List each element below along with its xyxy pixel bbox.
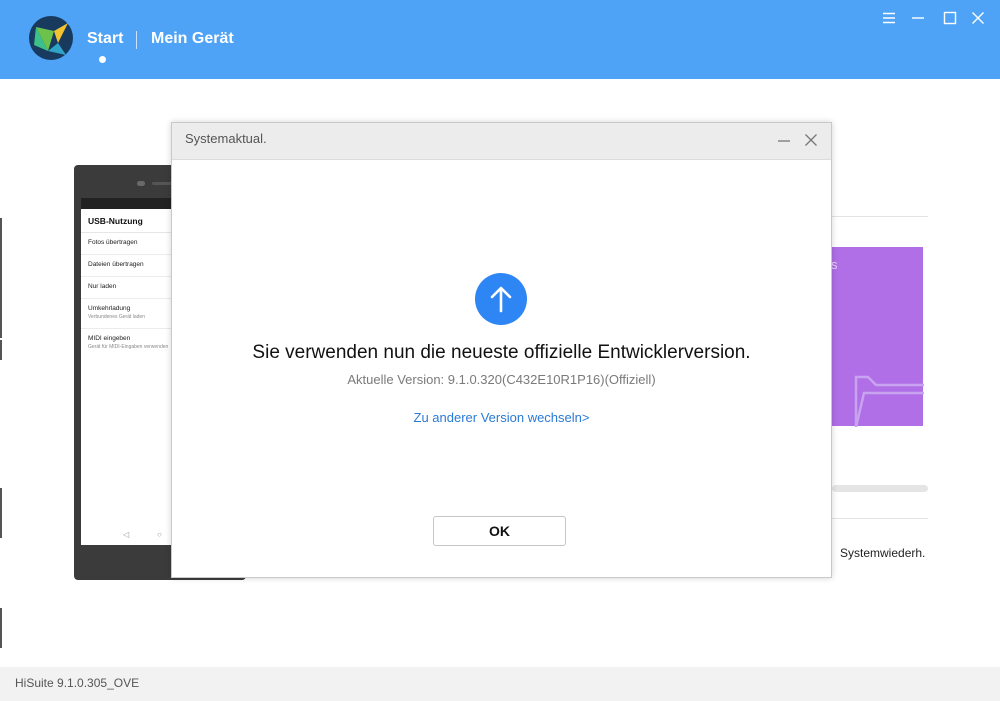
app-version: HiSuite 9.1.0.305_OVE [15,676,140,690]
active-nav-indicator [99,56,106,63]
arrow-up-icon [475,273,527,325]
minimize-icon[interactable] [908,9,928,27]
hisuite-logo-icon [28,15,74,61]
phone-item-label: Nur laden [88,283,117,290]
title-bar: Start Mein Gerät [0,0,1000,79]
back-icon: ◁ [123,530,130,539]
phone-camera [137,181,145,186]
edge-mark [0,218,2,338]
phone-item-label: Dateien übertragen [88,261,144,268]
close-icon[interactable] [968,9,988,27]
dialog-header: Systemaktual. [172,123,831,160]
current-version: Aktuelle Version: 9.1.0.320(C432E10R1P16… [347,372,656,387]
edge-mark [0,608,2,648]
nav-start[interactable]: Start [87,30,123,48]
feature-tile[interactable] [832,247,924,427]
menu-icon[interactable] [879,9,899,27]
status-bar: HiSuite 9.1.0.305_OVE [0,667,1000,701]
home-icon: ○ [157,530,162,539]
edge-mark [0,340,2,360]
edge-mark [0,488,2,538]
maximize-icon[interactable] [940,9,960,27]
progress-track [832,485,928,492]
dialog-minimize-icon[interactable] [777,133,791,147]
system-recovery-link[interactable]: Systemwiederh. [840,546,925,560]
nav-my-device[interactable]: Mein Gerät [151,30,234,48]
phone-item-label: Fotos übertragen [88,239,138,246]
switch-version-link[interactable]: Zu anderer Version wechseln> [172,410,831,425]
dialog-close-icon[interactable] [804,133,818,147]
folder-icon [854,375,924,427]
nav-separator [136,31,137,49]
divider [832,518,928,519]
system-update-dialog: Systemaktual. Sie verwenden nun die neue… [171,122,832,578]
update-status-message: Sie verwenden nun die neueste offizielle… [252,342,751,363]
divider [832,216,928,217]
ok-button[interactable]: OK [433,516,566,546]
dialog-title: Systemaktual. [185,131,267,146]
